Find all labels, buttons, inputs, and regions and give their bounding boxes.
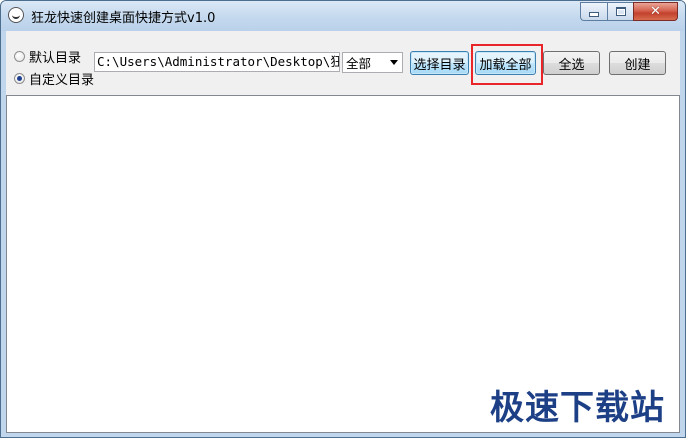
chevron-down-icon xyxy=(390,60,398,65)
window-title: 狂龙快速创建桌面快捷方式v1.0 xyxy=(31,11,216,26)
filter-select-value: 全部 xyxy=(346,56,372,71)
maximize-button[interactable] xyxy=(607,2,633,21)
watermark-logo: 极速下载站 xyxy=(490,388,665,428)
close-button[interactable]: ✕ xyxy=(633,2,678,21)
create-button[interactable]: 创建 xyxy=(609,51,666,75)
minimize-button[interactable] xyxy=(580,2,607,21)
app-icon xyxy=(8,7,24,23)
maximize-icon xyxy=(615,7,626,16)
radio-default-dir[interactable]: 默认目录 xyxy=(14,47,82,66)
filter-select[interactable]: 全部 xyxy=(342,52,403,73)
radio-custom-label: 自定义目录 xyxy=(29,72,95,88)
radio-default-indicator[interactable] xyxy=(14,50,25,62)
choose-dir-button[interactable]: 选择目录 xyxy=(410,51,469,75)
path-input[interactable]: C:\Users\Administrator\Desktop\狂龙 xyxy=(94,52,340,72)
select-all-button[interactable]: 全选 xyxy=(543,51,600,75)
title-bar[interactable]: 狂龙快速创建桌面快捷方式v1.0 ✕ xyxy=(1,1,685,31)
minimize-icon xyxy=(589,12,599,17)
radio-custom-indicator[interactable] xyxy=(14,72,25,84)
radio-custom-dir[interactable]: 自定义目录 xyxy=(14,69,95,88)
app-window: 狂龙快速创建桌面快捷方式v1.0 ✕ 默认目录 自定义目录 C:\Users\A… xyxy=(0,0,686,438)
radio-default-label: 默认目录 xyxy=(29,50,82,66)
caption-buttons: ✕ xyxy=(580,2,678,22)
close-icon: ✕ xyxy=(650,4,661,19)
toolbar: 默认目录 自定义目录 C:\Users\Administrator\Deskto… xyxy=(6,31,680,95)
load-all-button[interactable]: 加载全部 xyxy=(475,51,536,75)
